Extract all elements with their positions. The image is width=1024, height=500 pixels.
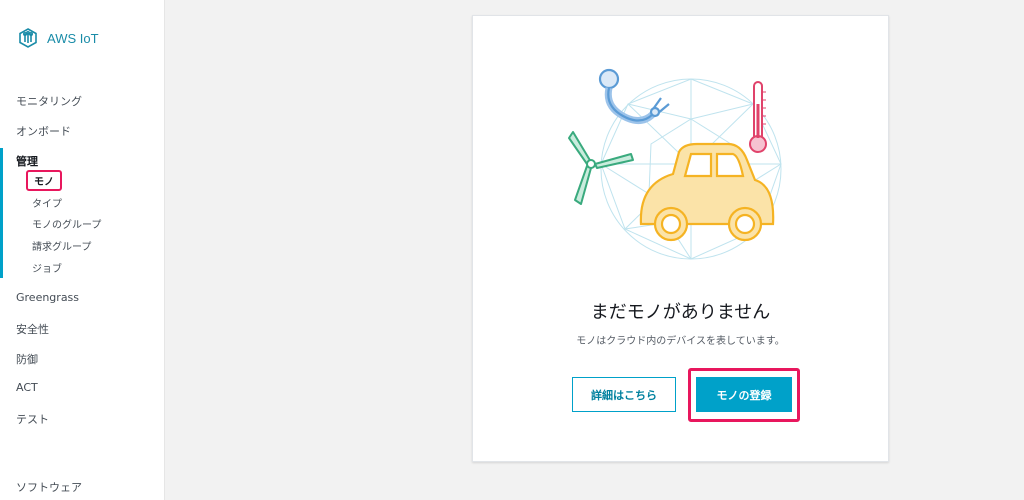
sidebar-item-monitoring[interactable]: モニタリング [16, 93, 82, 109]
empty-state-title: まだモノがありません [590, 302, 771, 323]
empty-state-subtitle: モノはクラウド内のデバイスを表しています。 [576, 336, 785, 347]
sidebar-item-security[interactable]: 安全性 [16, 321, 49, 337]
sidebar: AWS IoT モニタリング オンボード 管理 モノ タイプ モノのグループ 請… [0, 0, 165, 500]
sidebar-item-manage[interactable]: 管理 [16, 153, 38, 169]
sidebar-item-defend[interactable]: 防御 [16, 351, 38, 367]
robot-arm-icon [598, 68, 670, 124]
sidebar-subitem-thing-groups[interactable]: モノのグループ [32, 216, 101, 231]
sidebar-subitem-jobs[interactable]: ジョブ [32, 260, 62, 275]
car-icon [639, 142, 775, 242]
sidebar-item-greengrass[interactable]: Greengrass [16, 291, 79, 304]
iot-illustration [568, 68, 782, 260]
thermometer-icon [749, 81, 767, 153]
logo-text: AWS IoT [47, 30, 99, 46]
aws-iot-logo-icon [19, 28, 37, 48]
wind-turbine-icon [568, 131, 634, 205]
sidebar-item-onboard[interactable]: オンボード [16, 123, 71, 139]
sidebar-item-test[interactable]: テスト [16, 411, 49, 427]
sidebar-subitem-billing-groups[interactable]: 請求グループ [32, 238, 91, 253]
sidebar-item-act[interactable]: ACT [16, 381, 38, 394]
empty-state-card: まだモノがありません モノはクラウド内のデバイスを表しています。 詳細はこちら … [472, 15, 889, 462]
aws-iot-logo[interactable]: AWS IoT [16, 26, 99, 50]
register-thing-button[interactable]: モノの登録 [696, 377, 792, 412]
sidebar-subitem-things[interactable]: モノ [26, 170, 62, 191]
sidebar-item-software[interactable]: ソフトウェア [16, 479, 82, 495]
section-indicator [0, 148, 3, 278]
sidebar-subitem-types[interactable]: タイプ [32, 195, 62, 210]
learn-more-button[interactable]: 詳細はこちら [572, 377, 676, 412]
